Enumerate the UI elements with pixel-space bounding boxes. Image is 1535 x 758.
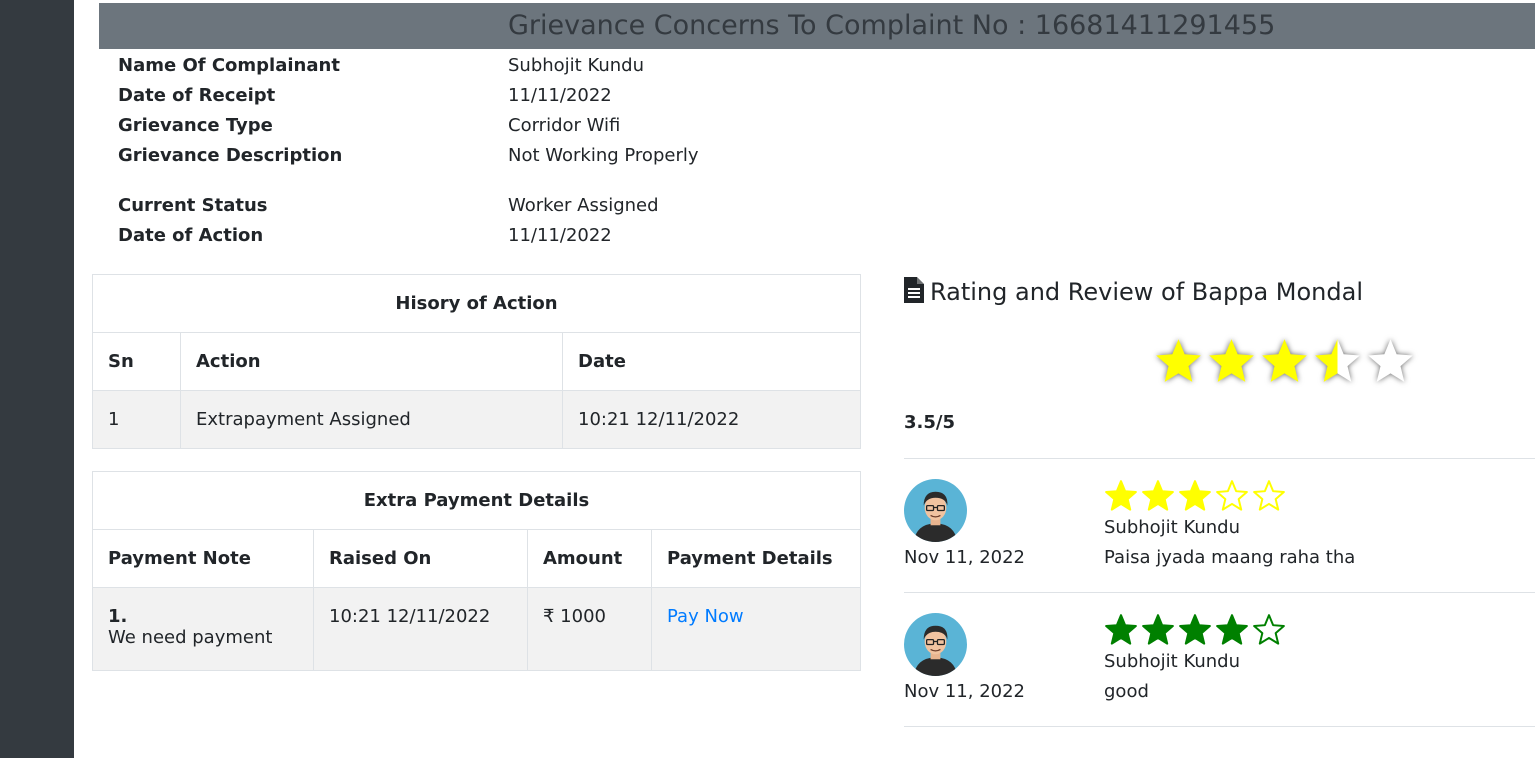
divider — [904, 458, 1535, 459]
star-empty-icon — [1253, 614, 1285, 645]
amount: ₹ 1000 — [527, 587, 652, 671]
user-avatar-icon — [904, 479, 967, 542]
star-icon — [1315, 339, 1360, 382]
review-date: Nov 11, 2022 — [904, 681, 1026, 702]
star-empty-icon — [1216, 480, 1248, 511]
name-value: Subhojit Kundu — [508, 55, 645, 76]
history-caption: Hisory of Action — [92, 274, 861, 333]
rating-score: 3.5/5 — [904, 412, 955, 433]
page-header: Grievance Concerns To Complaint No : 166… — [99, 3, 1535, 49]
star-filled-icon — [1142, 614, 1174, 645]
star-filled-icon — [1142, 480, 1174, 511]
review-item: Nov 11, 2022 Subhojit Kundu Paisa jyada … — [904, 479, 1535, 609]
star-filled-icon — [1216, 614, 1248, 645]
status-value: Worker Assigned — [508, 195, 659, 216]
star-filled-icon — [1179, 480, 1211, 511]
receipt-label: Date of Receipt — [118, 85, 276, 106]
divider — [904, 592, 1535, 593]
name-label: Name Of Complainant — [118, 55, 340, 76]
review-item: Nov 11, 2022 Subhojit Kundu good — [904, 613, 1535, 743]
history-table: Hisory of Action Sn Action Date 1 Extrap… — [92, 274, 861, 449]
table-row: 1. We need payment 10:21 12/11/2022 ₹ 10… — [92, 587, 861, 671]
review-text: Paisa jyada maang raha tha — [1104, 547, 1356, 568]
review-stars — [1104, 613, 1289, 651]
table-row: 1 Extrapayment Assigned 10:21 12/11/2022 — [92, 390, 861, 449]
rating-title-text: Rating and Review of Bappa Mondal — [930, 278, 1363, 306]
action-date-label: Date of Action — [118, 225, 264, 246]
payment-details-cell: Pay Now — [651, 587, 861, 671]
description-value: Not Working Properly — [508, 145, 699, 166]
user-avatar-icon — [904, 613, 967, 676]
type-value: Corridor Wifi — [508, 115, 621, 136]
extra-payment-caption: Extra Payment Details — [92, 471, 861, 530]
history-action: Extrapayment Assigned — [180, 390, 563, 449]
rating-title: Rating and Review of Bappa Mondal — [904, 276, 1363, 311]
column-header: Raised On — [313, 529, 528, 588]
star-filled-icon — [1105, 614, 1137, 645]
extra-payment-table: Extra Payment Details Payment Note Raise… — [92, 471, 861, 671]
review-date: Nov 11, 2022 — [904, 547, 1026, 568]
review-text: good — [1104, 681, 1149, 702]
payment-note-cell: 1. We need payment — [92, 587, 314, 671]
pay-now-link[interactable]: Pay Now — [667, 606, 744, 627]
reviewer-name: Subhojit Kundu — [1104, 517, 1241, 538]
column-header: Sn — [92, 332, 181, 391]
column-header: Action — [180, 332, 563, 391]
receipt-value: 11/11/2022 — [508, 85, 612, 106]
column-header: Payment Note — [92, 529, 314, 588]
type-label: Grievance Type — [118, 115, 273, 136]
star-icon — [1156, 339, 1201, 382]
star-icon — [1209, 339, 1254, 382]
history-sn: 1 — [92, 390, 181, 449]
payment-note-number: 1. — [108, 606, 128, 627]
description-label: Grievance Description — [118, 145, 343, 166]
action-date-value: 11/11/2022 — [508, 225, 612, 246]
payment-note: We need payment — [108, 627, 273, 648]
review-stars — [1104, 479, 1289, 517]
sidebar — [0, 0, 74, 758]
star-filled-icon — [1105, 480, 1137, 511]
reviewer-name: Subhojit Kundu — [1104, 651, 1241, 672]
star-icon — [1368, 339, 1413, 382]
average-rating-stars — [1153, 336, 1418, 391]
star-icon — [1262, 339, 1307, 382]
divider — [904, 726, 1535, 727]
raised-on: 10:21 12/11/2022 — [313, 587, 528, 671]
star-filled-icon — [1179, 614, 1211, 645]
star-empty-icon — [1253, 480, 1285, 511]
column-header: Date — [562, 332, 861, 391]
column-header: Amount — [527, 529, 652, 588]
file-text-icon — [904, 277, 924, 311]
page-title: Grievance Concerns To Complaint No : 166… — [508, 10, 1276, 41]
column-header: Payment Details — [651, 529, 861, 588]
status-label: Current Status — [118, 195, 268, 216]
history-date: 10:21 12/11/2022 — [562, 390, 861, 449]
